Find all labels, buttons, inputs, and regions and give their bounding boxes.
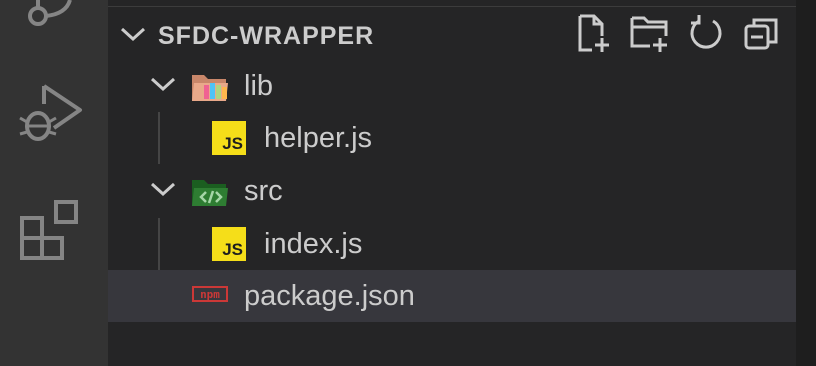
extensions-icon[interactable] bbox=[18, 196, 84, 262]
tree-item-lib[interactable]: lib bbox=[108, 60, 796, 112]
js-badge-text: JS bbox=[222, 240, 243, 259]
folder-src-icon bbox=[190, 174, 230, 215]
explorer-section-header[interactable]: SFDC-WRAPPER bbox=[108, 14, 796, 58]
chevron-down-icon[interactable] bbox=[120, 26, 146, 47]
tree-item-src[interactable]: src bbox=[108, 165, 796, 217]
section-title: SFDC-WRAPPER bbox=[158, 22, 375, 50]
source-control-icon[interactable] bbox=[18, 0, 84, 30]
tree-item-label: package.json bbox=[244, 280, 415, 312]
folder-lib-icon bbox=[190, 69, 230, 110]
new-file-icon[interactable] bbox=[574, 14, 614, 54]
npm-file-icon: npm bbox=[192, 284, 228, 313]
divider bbox=[108, 6, 796, 7]
tree-item-label: helper.js bbox=[264, 122, 373, 154]
javascript-file-icon: JS bbox=[212, 227, 246, 261]
tree-item-package-json[interactable]: npm package.json bbox=[108, 270, 796, 322]
collapse-all-icon[interactable] bbox=[742, 14, 782, 54]
run-debug-icon[interactable] bbox=[18, 82, 84, 146]
chevron-down-icon[interactable] bbox=[150, 181, 176, 202]
explorer-sidebar: SFDC-WRAPPER lib JS helper.js src JS ind… bbox=[108, 0, 816, 366]
javascript-file-icon: JS bbox=[212, 121, 246, 155]
activity-bar bbox=[0, 0, 108, 366]
tree-item-helper-js[interactable]: JS helper.js bbox=[108, 112, 796, 164]
tree-item-label: index.js bbox=[264, 228, 363, 260]
sidebar-edge bbox=[796, 0, 816, 366]
refresh-icon[interactable] bbox=[686, 14, 726, 54]
tree-item-index-js[interactable]: JS index.js bbox=[108, 218, 796, 270]
tree-item-label: lib bbox=[244, 70, 274, 102]
new-folder-icon[interactable] bbox=[630, 14, 670, 54]
chevron-down-icon[interactable] bbox=[150, 76, 176, 97]
js-badge-text: JS bbox=[222, 134, 243, 153]
tree-item-label: src bbox=[244, 175, 283, 207]
npm-badge-text: npm bbox=[200, 288, 220, 301]
